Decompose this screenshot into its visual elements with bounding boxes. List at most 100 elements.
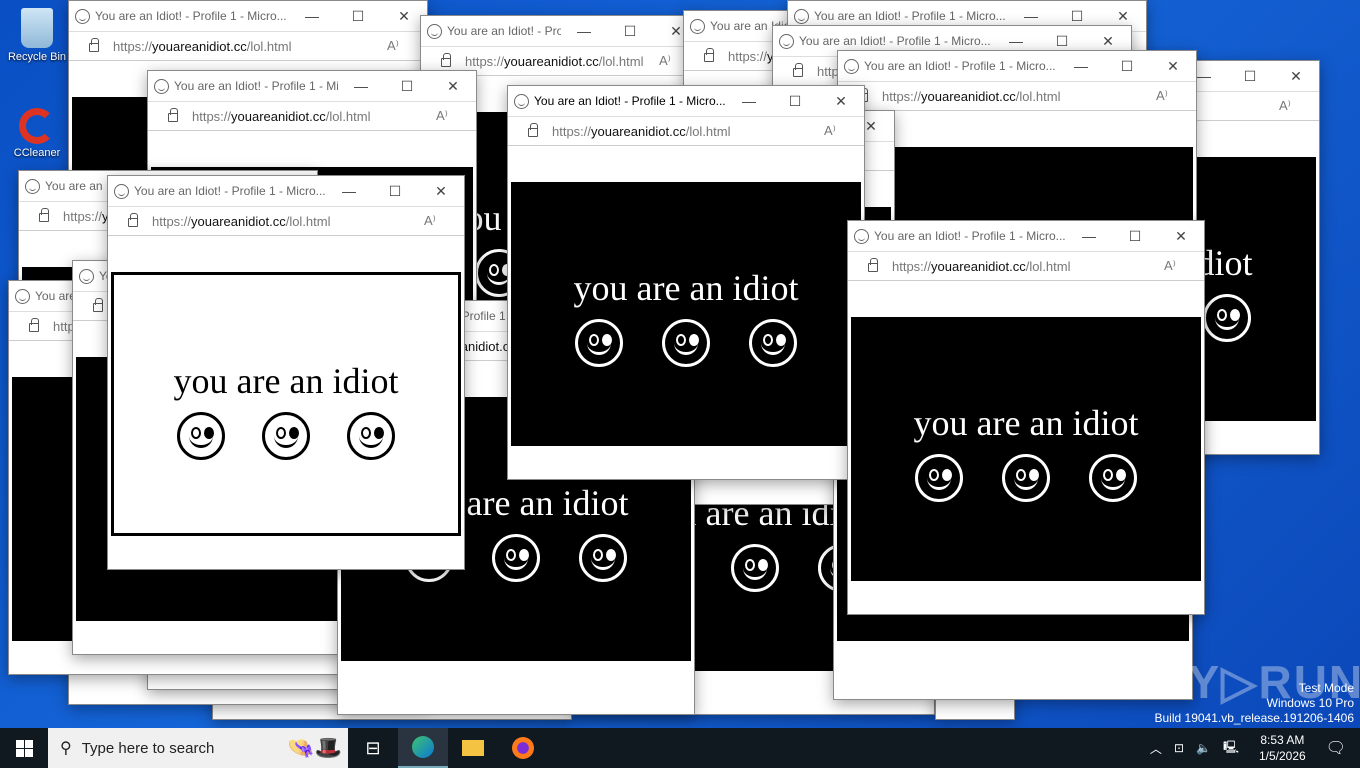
- lock-icon: [128, 213, 138, 227]
- address-bar[interactable]: https://youareanidiot.cc/lol.html A⁾: [838, 81, 1196, 111]
- minimize-button[interactable]: —: [1066, 228, 1112, 244]
- address-bar[interactable]: https://youareanidiot.cc/lol.html A⁾: [108, 206, 464, 236]
- minimize-button[interactable]: —: [1008, 8, 1054, 24]
- smiley-icon: [730, 544, 779, 592]
- notifications-icon[interactable]: 🗨: [1326, 738, 1346, 758]
- window-title: You are an Idiot! - Profile 1 - Micro...: [799, 34, 991, 48]
- taskbar-search-box[interactable]: ⚲ Type here to search 👒🎩: [48, 728, 348, 768]
- read-aloud-icon[interactable]: A⁾: [1164, 258, 1204, 274]
- url-text[interactable]: https://youareanidiot.cc/lol.html: [465, 54, 659, 69]
- read-aloud-icon[interactable]: A⁾: [424, 213, 464, 229]
- title-bar[interactable]: You are an Idiot! - Profile 1 - Micro...…: [838, 51, 1196, 81]
- smiley-favicon-icon: [427, 23, 442, 39]
- clock-date: 1/5/2026: [1258, 749, 1306, 763]
- maximize-button[interactable]: ☐: [335, 8, 381, 25]
- lock-icon: [89, 38, 99, 52]
- url-text[interactable]: https://youareanidiot.cc/lol.html: [882, 89, 1156, 104]
- smiley-icon: [575, 319, 624, 367]
- read-aloud-icon[interactable]: A⁾: [436, 108, 476, 124]
- close-button[interactable]: ✕: [1273, 68, 1319, 85]
- close-button[interactable]: ✕: [818, 93, 864, 110]
- smiley-favicon-icon: [79, 268, 94, 284]
- minimize-button[interactable]: —: [1058, 58, 1104, 74]
- window-title: You are an Idiot! - Profile 1 - Micro...: [864, 59, 1056, 73]
- read-aloud-icon[interactable]: A⁾: [1279, 98, 1319, 114]
- smiley-favicon-icon: [690, 18, 705, 34]
- idiot-popup-window[interactable]: You are an Idiot! - Profile 1 - Micro...…: [507, 85, 865, 480]
- title-bar[interactable]: You are an Idiot! - Profile 1 - Micro...…: [148, 71, 476, 101]
- close-button[interactable]: ✕: [430, 78, 476, 95]
- minimize-button[interactable]: —: [326, 183, 372, 199]
- maximize-button[interactable]: ☐: [1227, 68, 1273, 85]
- close-button[interactable]: ✕: [1100, 8, 1146, 25]
- url-text[interactable]: https://youareanidiot.cc/lol.html: [892, 259, 1164, 274]
- watermark-build: Build 19041.vb_release.191206-1406: [1154, 711, 1355, 725]
- lock-icon: [704, 48, 714, 62]
- clock[interactable]: 8:53 AM 1/5/2026: [1259, 732, 1306, 764]
- lock-icon: [29, 318, 39, 332]
- maximize-button[interactable]: ☐: [1054, 8, 1100, 25]
- lock-icon: [168, 108, 178, 122]
- read-aloud-icon[interactable]: A⁾: [824, 123, 864, 139]
- start-button[interactable]: [0, 728, 48, 768]
- smiley-icon: [1203, 294, 1252, 342]
- address-bar[interactable]: https://youareanidiot.cc/lol.html A⁾: [848, 251, 1204, 281]
- address-bar[interactable]: https://youareanidiot.cc/lol.html A⁾: [148, 101, 476, 131]
- file-explorer-button[interactable]: [448, 728, 498, 768]
- page-message: you are an idiot: [573, 268, 799, 308]
- smiley-icon: [261, 412, 310, 460]
- volume-icon[interactable]: 🔈: [1196, 741, 1211, 755]
- show-hidden-icons-chevron-icon[interactable]: ︿: [1150, 740, 1162, 757]
- page-content: you are an idiot: [511, 182, 861, 446]
- ccleaner-icon: [19, 108, 55, 144]
- minimize-button[interactable]: —: [726, 93, 772, 109]
- address-bar[interactable]: https://youareanidiot.cc/lol.html A⁾: [69, 31, 427, 61]
- minimize-button[interactable]: —: [338, 78, 384, 94]
- minimize-button[interactable]: —: [561, 23, 607, 39]
- lock-icon: [441, 53, 451, 67]
- idiot-popup-window[interactable]: You are an Idiot! - Profile 1 - Micro...…: [107, 175, 465, 570]
- desktop-icon-ccleaner[interactable]: CCleaner: [4, 108, 70, 159]
- title-bar[interactable]: You are an Idiot! - Profile 1 - Micro...…: [69, 1, 427, 31]
- firefox-button[interactable]: [498, 728, 548, 768]
- minimize-button[interactable]: —: [993, 33, 1039, 49]
- url-text[interactable]: https://youareanidiot.cc/lol.html: [192, 109, 436, 124]
- title-bar[interactable]: You are an Idiot! - Profile 1 - Micro...…: [108, 176, 464, 206]
- watermark-edition: Windows 10 Pro: [1266, 696, 1354, 710]
- maximize-button[interactable]: ☐: [607, 23, 653, 40]
- close-button[interactable]: ✕: [1158, 228, 1204, 245]
- maximize-button[interactable]: ☐: [372, 183, 418, 200]
- read-aloud-icon[interactable]: A⁾: [1156, 88, 1196, 104]
- idiot-popup-window[interactable]: You are an Idiot! - Profile 1 - Micro...…: [847, 220, 1205, 615]
- close-button[interactable]: ✕: [1150, 58, 1196, 75]
- camera-icon[interactable]: ⊡: [1174, 741, 1184, 755]
- url-text[interactable]: https://youareanidiot.cc/lol.html: [552, 124, 824, 139]
- maximize-button[interactable]: ☐: [384, 78, 430, 95]
- url-text[interactable]: https://youareanidiot.cc/lol.html: [113, 39, 387, 54]
- title-bar[interactable]: You are an Idiot! - Profile 1 - Micro...…: [421, 16, 699, 46]
- smiley-favicon-icon: [514, 93, 529, 109]
- url-text[interactable]: https://youareanidiot.cc/lol.html: [152, 214, 424, 229]
- close-button[interactable]: ✕: [418, 183, 464, 200]
- minimize-button[interactable]: —: [289, 8, 335, 24]
- desktop-icon-label: CCleaner: [13, 147, 61, 159]
- address-bar[interactable]: https://youareanidiot.cc/lol.html A⁾: [508, 116, 864, 146]
- clock-time: 8:53 AM: [1260, 733, 1305, 747]
- firefox-icon: [512, 737, 534, 759]
- title-bar[interactable]: You are an Idiot! - Profile 1 - Micro...…: [848, 221, 1204, 251]
- recycle-bin-icon: [21, 8, 53, 48]
- maximize-button[interactable]: ☐: [1039, 33, 1085, 50]
- edge-taskbar-button[interactable]: [398, 728, 448, 768]
- maximize-button[interactable]: ☐: [1112, 228, 1158, 245]
- maximize-button[interactable]: ☐: [1104, 58, 1150, 75]
- network-icon[interactable]: 🖳: [1223, 738, 1239, 759]
- title-bar[interactable]: You are an Idiot! - Profile 1 - Micro...…: [508, 86, 864, 116]
- lock-icon: [528, 123, 538, 137]
- smiley-favicon-icon: [154, 78, 169, 94]
- task-view-button[interactable]: ⊟: [348, 728, 398, 768]
- desktop-icon-recycle-bin[interactable]: Recycle Bin: [4, 8, 70, 63]
- window-title: You are an Idiot! - Profile 1 - Micro...: [174, 79, 338, 93]
- maximize-button[interactable]: ☐: [772, 93, 818, 110]
- close-button[interactable]: ✕: [1085, 33, 1131, 50]
- folder-icon: [462, 740, 484, 756]
